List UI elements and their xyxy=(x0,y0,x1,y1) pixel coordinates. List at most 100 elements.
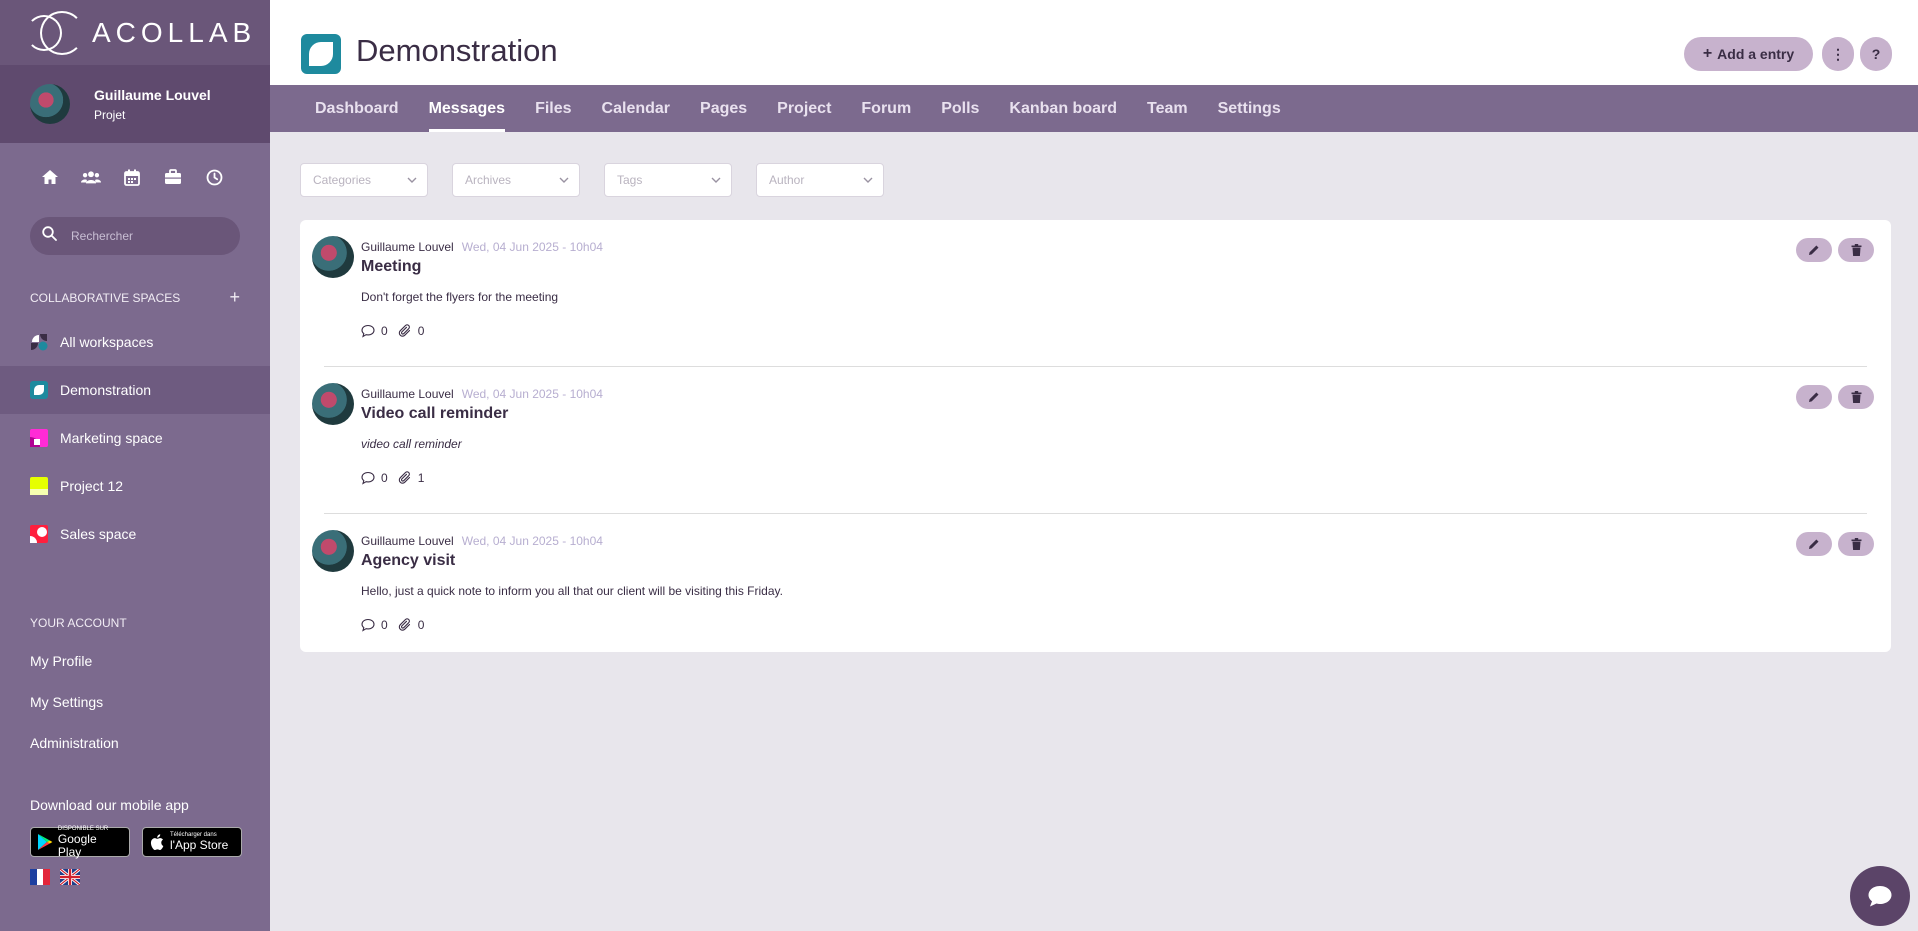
message-item[interactable]: Guillaume Louvel Wed, 04 Jun 2025 - 10h04… xyxy=(300,367,1891,514)
account-links: My Profile My Settings Administration xyxy=(0,640,270,763)
tab-dashboard[interactable]: Dashboard xyxy=(315,85,399,132)
brand-logo[interactable]: ACOLLAB xyxy=(0,0,270,65)
marketing-space-icon xyxy=(30,429,48,447)
message-author[interactable]: Guillaume Louvel xyxy=(361,534,454,548)
user-profile[interactable]: Guillaume Louvel Projet xyxy=(0,65,270,143)
chevron-down-icon xyxy=(407,177,417,183)
english-flag-icon[interactable] xyxy=(60,869,80,885)
message-author[interactable]: Guillaume Louvel xyxy=(361,240,454,254)
tags-filter[interactable]: Tags xyxy=(604,163,732,197)
chevron-down-icon xyxy=(863,177,873,183)
spaces-section-label: COLLABORATIVE SPACES xyxy=(30,290,181,305)
message-meta: Guillaume Louvel Wed, 04 Jun 2025 - 10h04 xyxy=(361,534,603,548)
tab-files[interactable]: Files xyxy=(535,85,571,132)
message-title[interactable]: Meeting xyxy=(361,258,421,276)
workspace-list: All workspaces Demonstration Marketing s… xyxy=(0,318,270,558)
add-entry-button[interactable]: + Add a entry xyxy=(1684,37,1813,71)
workspace-item-demonstration[interactable]: Demonstration xyxy=(0,366,270,414)
project-12-icon xyxy=(30,477,48,495)
app-store-badge[interactable]: Télécharger dans l'App Store xyxy=(142,827,242,857)
delete-button[interactable] xyxy=(1838,238,1874,262)
comment-icon xyxy=(361,324,375,338)
message-title[interactable]: Agency visit xyxy=(361,552,455,570)
add-entry-label: Add a entry xyxy=(1717,46,1795,62)
all-workspaces-icon xyxy=(30,333,48,351)
demonstration-icon xyxy=(30,381,48,399)
filter-bar: Categories Archives Tags Author xyxy=(300,163,908,197)
message-item[interactable]: Guillaume Louvel Wed, 04 Jun 2025 - 10h04… xyxy=(300,514,1891,661)
pencil-icon xyxy=(1809,539,1819,549)
help-button[interactable]: ? xyxy=(1860,37,1892,71)
tab-messages[interactable]: Messages xyxy=(428,85,505,132)
attachment-count: 0 xyxy=(417,324,425,338)
workspace-tabs: Dashboard Messages Files Calendar Pages … xyxy=(270,85,1918,132)
tab-polls[interactable]: Polls xyxy=(941,85,979,132)
edit-button[interactable] xyxy=(1796,532,1832,556)
workspace-item-sales[interactable]: Sales space xyxy=(0,510,270,558)
attachment-count: 0 xyxy=(417,618,425,632)
workspace-item-all[interactable]: All workspaces xyxy=(0,318,270,366)
chevron-down-icon xyxy=(711,177,721,183)
workspace-item-marketing[interactable]: Marketing space xyxy=(0,414,270,462)
add-space-button[interactable]: + xyxy=(229,287,240,308)
search-input[interactable] xyxy=(71,229,221,243)
comment-count: 0 xyxy=(381,618,388,632)
more-options-button[interactable]: ⋮ xyxy=(1822,37,1854,71)
categories-filter[interactable]: Categories xyxy=(300,163,428,197)
clock-icon[interactable] xyxy=(204,167,224,187)
my-settings-link[interactable]: My Settings xyxy=(0,681,270,722)
archives-filter[interactable]: Archives xyxy=(452,163,580,197)
message-date: Wed, 04 Jun 2025 - 10h04 xyxy=(461,534,603,548)
message-item[interactable]: Guillaume Louvel Wed, 04 Jun 2025 - 10h04… xyxy=(300,220,1891,367)
spaces-section-title: COLLABORATIVE SPACES + xyxy=(0,287,270,308)
page-title: Demonstration xyxy=(356,33,558,68)
paperclip-icon xyxy=(398,324,412,338)
tab-kanban-board[interactable]: Kanban board xyxy=(1009,85,1117,132)
message-body: video call reminder xyxy=(361,437,462,451)
message-title[interactable]: Video call reminder xyxy=(361,405,508,423)
paperclip-icon xyxy=(398,471,412,485)
workspace-label: Demonstration xyxy=(60,382,152,398)
french-flag-icon[interactable] xyxy=(30,869,50,885)
chat-button[interactable] xyxy=(1850,866,1910,926)
edit-button[interactable] xyxy=(1796,238,1832,262)
chat-bubble-icon xyxy=(1868,886,1892,907)
tab-pages[interactable]: Pages xyxy=(700,85,747,132)
tab-settings[interactable]: Settings xyxy=(1218,85,1281,132)
calendar-icon[interactable] xyxy=(122,167,142,187)
administration-link[interactable]: Administration xyxy=(0,722,270,763)
message-stats: 0 0 xyxy=(361,324,434,338)
users-icon[interactable] xyxy=(81,167,101,187)
delete-button[interactable] xyxy=(1838,532,1874,556)
tab-calendar[interactable]: Calendar xyxy=(602,85,670,132)
comment-icon xyxy=(361,618,375,632)
comment-count: 0 xyxy=(381,471,388,485)
google-play-badge[interactable]: DISPONIBLE SUR Google Play xyxy=(30,826,130,859)
edit-button[interactable] xyxy=(1796,385,1832,409)
home-icon[interactable] xyxy=(40,167,60,187)
message-list: Guillaume Louvel Wed, 04 Jun 2025 - 10h04… xyxy=(300,220,1891,652)
comment-count: 0 xyxy=(381,324,388,338)
message-author[interactable]: Guillaume Louvel xyxy=(361,387,454,401)
workspace-header: Demonstration + Add a entry ⋮ ? xyxy=(270,0,1918,85)
attachment-count: 1 xyxy=(417,471,425,485)
account-section-title: YOUR ACCOUNT xyxy=(0,616,270,630)
message-meta: Guillaume Louvel Wed, 04 Jun 2025 - 10h04 xyxy=(361,240,603,254)
mobile-app-title: Download our mobile app xyxy=(30,797,189,813)
tab-team[interactable]: Team xyxy=(1147,85,1188,132)
workspace-item-project12[interactable]: Project 12 xyxy=(0,462,270,510)
google-play-big: Google Play xyxy=(57,831,97,859)
app-store-big: l'App Store xyxy=(170,838,229,852)
language-flags xyxy=(0,869,270,885)
tab-project[interactable]: Project xyxy=(777,85,831,132)
briefcase-icon[interactable] xyxy=(163,167,183,187)
workspace-label: Sales space xyxy=(60,526,137,542)
search-box[interactable] xyxy=(30,217,240,255)
google-play-icon xyxy=(37,834,53,850)
my-profile-link[interactable]: My Profile xyxy=(0,640,270,681)
workspace-label: Project 12 xyxy=(60,478,124,494)
tab-forum[interactable]: Forum xyxy=(861,85,911,132)
author-filter[interactable]: Author xyxy=(756,163,884,197)
message-body: Hello, just a quick note to inform you a… xyxy=(361,584,783,598)
delete-button[interactable] xyxy=(1838,385,1874,409)
